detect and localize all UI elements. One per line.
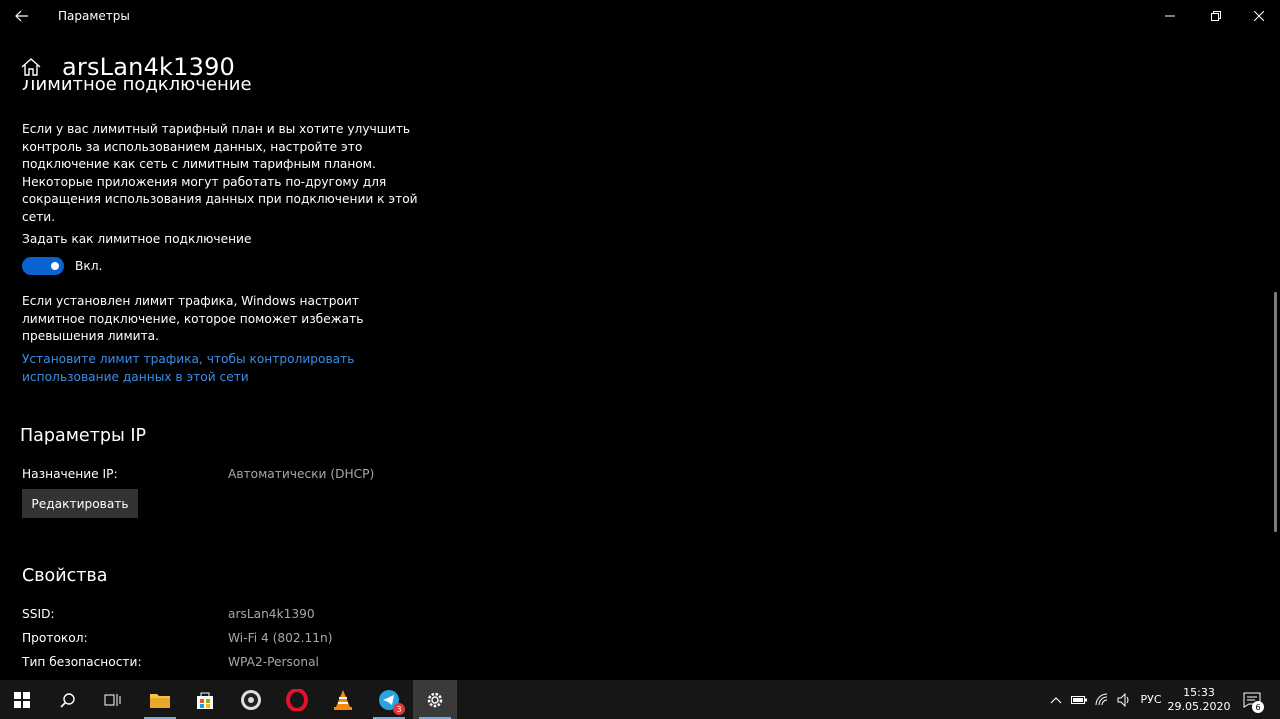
speaker-icon	[1117, 692, 1129, 707]
properties-heading: Свойства	[22, 566, 108, 586]
vlc-cone-icon	[334, 689, 352, 710]
home-icon	[21, 58, 41, 76]
settings-taskbar-button[interactable]	[413, 680, 457, 719]
clock-time: 15:33	[1183, 685, 1215, 699]
opera-icon	[286, 688, 308, 711]
network-button[interactable]	[1092, 680, 1114, 719]
telegram-button[interactable]: 3	[367, 680, 411, 719]
disc-player-icon	[241, 689, 261, 710]
search-button[interactable]	[46, 680, 90, 719]
vlc-button[interactable]	[321, 680, 365, 719]
media-player-button[interactable]	[229, 680, 273, 719]
wifi-icon	[1095, 693, 1108, 705]
close-icon	[1254, 11, 1264, 21]
search-icon	[60, 692, 75, 708]
back-arrow-icon	[15, 10, 28, 22]
restore-icon	[1211, 11, 1221, 21]
battery-button[interactable]	[1068, 680, 1090, 719]
title-bar: Параметры	[0, 0, 1280, 32]
store-button[interactable]	[183, 680, 227, 719]
store-bag-icon	[197, 692, 213, 709]
show-hidden-icons-button[interactable]	[1046, 680, 1066, 719]
metered-toggle[interactable]	[22, 257, 64, 275]
close-button[interactable]	[1236, 0, 1280, 32]
telegram-badge: 3	[393, 703, 405, 715]
metered-description: Если у вас лимитный тарифный план и вы х…	[22, 122, 418, 224]
set-metered-label: Задать как лимитное подключение	[22, 232, 252, 246]
gear-icon	[427, 692, 443, 707]
home-button[interactable]	[20, 57, 44, 79]
ip-assignment-label: Назначение IP:	[22, 467, 118, 481]
battery-icon	[1071, 695, 1087, 704]
action-center-button[interactable]: 6	[1236, 680, 1268, 719]
page-title: arsLan4k1390	[62, 53, 236, 81]
volume-button[interactable]	[1114, 680, 1136, 719]
opera-button[interactable]	[275, 680, 319, 719]
task-view-button[interactable]	[90, 680, 134, 719]
restore-button[interactable]	[1193, 0, 1239, 32]
property-label: Тип безопасности:	[22, 655, 142, 669]
minimize-icon	[1165, 15, 1175, 17]
metered-heading: Лимитное подключение	[22, 80, 252, 95]
app-title: Параметры	[58, 9, 130, 23]
clock[interactable]: 15:33 29.05.2020	[1167, 680, 1231, 719]
chevron-up-icon	[1050, 696, 1062, 703]
back-button[interactable]	[8, 4, 36, 28]
minimize-button[interactable]	[1147, 0, 1193, 32]
start-button[interactable]	[0, 680, 44, 719]
property-value: arsLan4k1390	[228, 607, 315, 621]
file-explorer-button[interactable]	[138, 680, 182, 719]
property-value: Wi-Fi 4 (802.11n)	[228, 631, 333, 645]
language-indicator[interactable]: РУС	[1137, 680, 1165, 719]
property-value: WPA2-Personal	[228, 655, 319, 669]
clock-date: 29.05.2020	[1167, 699, 1231, 713]
task-view-icon	[104, 693, 121, 706]
set-data-limit-link[interactable]: Установите лимит трафика, чтобы контроли…	[22, 351, 442, 386]
ip-settings-heading: Параметры IP	[20, 426, 147, 446]
scrollbar[interactable]	[1274, 292, 1277, 532]
limit-info-text: Если установлен лимит трафика, Windows н…	[22, 294, 364, 343]
taskbar: 3 РУС 15:33 29.05.2020 6	[0, 680, 1280, 719]
folder-icon	[150, 693, 170, 708]
edit-button[interactable]: Редактировать	[22, 489, 138, 518]
windows-logo-icon	[14, 691, 30, 708]
property-label: Протокол:	[22, 631, 88, 645]
ip-assignment-value: Автоматически (DHCP)	[228, 467, 375, 481]
property-label: SSID:	[22, 607, 55, 621]
toggle-state-label: Вкл.	[75, 259, 103, 273]
notification-count-badge: 6	[1252, 701, 1264, 713]
